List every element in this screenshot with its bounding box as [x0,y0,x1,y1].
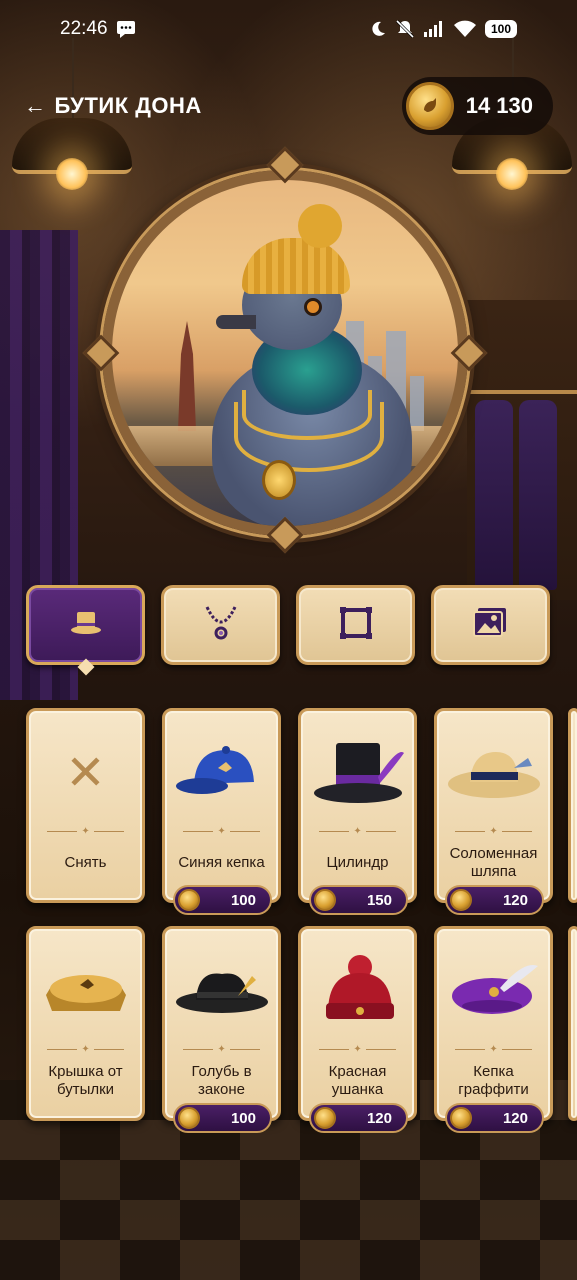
price-tag: 100 [173,1103,272,1133]
item-name: Цилиндр [326,854,389,871]
item-card[interactable]: ✦ Цилиндр 150 [298,708,417,915]
tab-frames[interactable] [296,585,415,665]
coin-icon [450,889,472,911]
signal-icon [423,20,445,38]
item-grid: ✕ ✦ Снять ✦ Синяя кепка 100 ✦ Цилиндр 15… [26,708,577,1133]
coin-icon [178,1107,200,1129]
price-tag: 120 [309,1103,408,1133]
item-name: Голубь в законе [191,1063,252,1098]
item-card[interactable]: ✦ Синяя кепка 100 [162,708,281,915]
coin-balance: 14 130 [401,77,553,135]
item-card-partial[interactable] [568,708,577,903]
necklace-icon [201,603,241,647]
coin-icon [178,889,200,911]
top-hat-icon [66,608,106,642]
item-name: Снять [64,854,107,871]
page-title: БУТИК ДОНА [54,93,202,118]
tab-accessories[interactable] [161,585,280,665]
item-card[interactable]: ✦ Соломенная шляпа 120 [434,708,553,915]
item-card[interactable]: ✦ Голубь в законе 100 [162,926,281,1133]
item-card[interactable]: ✦ Кепка граффити 120 [434,926,553,1133]
item-name: Синяя кепка [178,854,265,871]
bell-muted-icon [395,19,415,39]
coin-balance-value: 14 130 [465,93,533,118]
back-arrow-icon: ← [24,93,47,118]
price-value: 120 [502,1109,528,1127]
price-value: 100 [230,1109,256,1127]
coin-icon [405,82,454,130]
item-card[interactable]: ✦ Красная ушанка 120 [298,926,417,1133]
top-hat-icon [301,725,414,821]
price-value: 100 [230,891,256,909]
beret-icon [437,943,550,1039]
battery-indicator: 100 [484,20,517,38]
item-name: Соломенная шляпа [449,845,538,880]
price-value: 150 [366,891,392,909]
close-icon: ✕ [65,745,106,801]
status-bar: 22:46 100 [0,0,577,58]
item-card-partial[interactable] [568,926,577,1121]
price-tag: 120 [445,885,544,915]
coin-icon [314,889,336,911]
price-tag: 150 [309,885,408,915]
bottle-cap-icon [29,943,142,1039]
frame-icon [338,605,374,645]
price-value: 120 [502,891,528,909]
wifi-icon [453,20,477,38]
back-button[interactable]: ← БУТИК ДОНА [24,93,202,119]
item-card-remove[interactable]: ✕ ✦ Снять [26,708,145,903]
price-tag: 120 [445,1103,544,1133]
status-time: 22:46 [60,18,108,39]
moon-icon [369,20,387,38]
pigeon-portrait [82,146,488,560]
price-value: 120 [366,1109,392,1127]
straw-hat-icon [437,725,550,821]
header: ← БУТИК ДОНА 14 130 [24,77,553,135]
red-beanie-icon [301,943,414,1039]
fedora-icon [165,943,278,1039]
coin-icon [314,1107,336,1129]
picture-icon [472,606,510,644]
tab-backgrounds[interactable] [431,585,550,665]
item-card[interactable]: ✦ Крышка от бутылки [26,926,145,1121]
item-name: Крышка от бутылки [48,1063,123,1098]
tab-hats[interactable] [26,585,145,665]
blue-cap-icon [165,725,278,821]
item-name: Красная ушанка [328,1063,387,1098]
category-tabs [26,585,551,665]
item-name: Кепка граффити [458,1063,529,1098]
coin-icon [450,1107,472,1129]
portrait-frame [102,170,468,536]
price-tag: 100 [173,885,272,915]
message-icon [116,20,136,38]
